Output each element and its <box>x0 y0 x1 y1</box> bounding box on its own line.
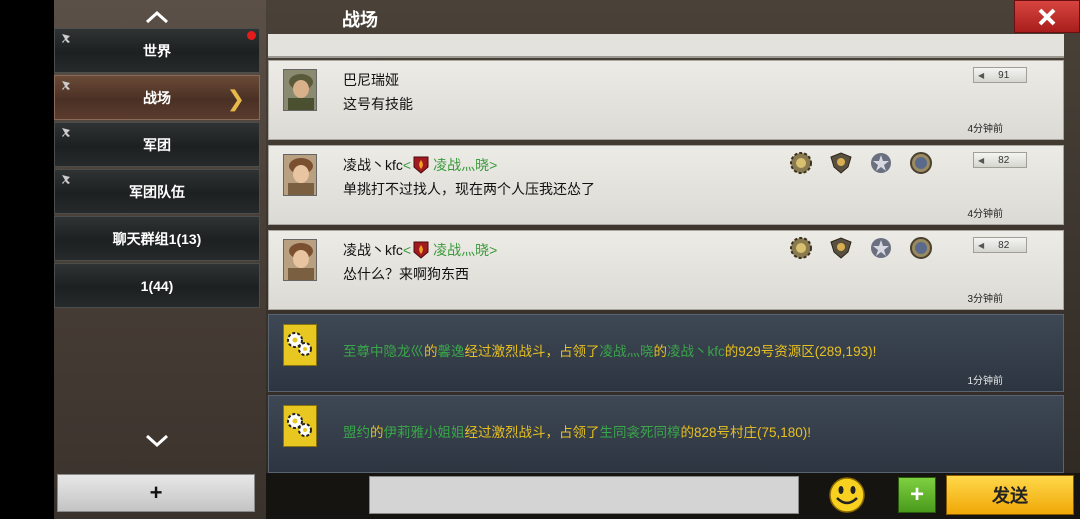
scroll-down-button[interactable] <box>54 428 260 454</box>
send-button[interactable]: 发送 <box>946 475 1074 515</box>
chat-message: 巴尼瑞娅 这号有技能 ◀ 91 4分钟前 <box>268 60 1064 140</box>
channel-label: 世界 <box>143 42 171 59</box>
medal-wings-icon <box>830 237 852 259</box>
system-message: 盟约的伊莉雅小姐姐经过激烈战斗，占领了生同衾死同椁的828号村庄(75,180)… <box>268 395 1064 473</box>
channel-legion-team[interactable]: 军团队伍 <box>54 169 260 214</box>
message-text: 这号有技能 <box>343 96 413 112</box>
like-button[interactable]: ◀ 91 <box>973 67 1027 83</box>
medal-gear-icon <box>790 237 812 259</box>
medal-star-icon <box>871 153 891 173</box>
channel-battlefield[interactable]: 战场 ❯ <box>54 75 260 120</box>
guild-badge-icon <box>413 156 429 174</box>
medal-row <box>789 151 933 175</box>
channel-sidebar: 世界 战场 ❯ 军团 军团队伍 聊天群组1(13) 1(44) + <box>54 0 268 519</box>
attach-button[interactable]: + <box>898 477 936 513</box>
system-gears-icon <box>283 324 317 366</box>
close-button[interactable] <box>1014 0 1080 33</box>
like-button[interactable]: ◀ 82 <box>973 152 1027 168</box>
add-group-button[interactable]: + <box>57 474 255 512</box>
unread-dot <box>247 31 256 40</box>
left-border <box>0 0 54 519</box>
chat-message: 凌战丶kfc < 凌战灬晓 > 单挑打不过找人，现在两个人压我还怂了 ◀ 82 <box>268 145 1064 225</box>
sender-name[interactable]: 凌战丶kfc < 凌战灬晓 > <box>343 240 497 260</box>
chat-input[interactable] <box>369 476 799 514</box>
message-time: 4分钟前 <box>967 124 1003 135</box>
channel-label: 战场 <box>143 89 171 106</box>
chevron-up-icon <box>145 10 169 24</box>
system-message-text: 至尊中隐龙巛的馨逸经过激烈战斗，占领了凌战灬晓的凌战丶kfc的929号资源区(2… <box>343 344 877 359</box>
chat-input-bar: + 发送 <box>266 473 1080 519</box>
channel-custom[interactable]: 1(44) <box>54 263 260 308</box>
medal-ring-icon <box>910 152 932 174</box>
pin-icon <box>62 128 70 137</box>
like-count: 91 <box>998 69 1010 81</box>
pin-icon <box>62 175 70 184</box>
channel-label: 军团 <box>143 136 171 153</box>
pin-icon <box>62 81 70 90</box>
like-count: 82 <box>998 239 1010 251</box>
avatar[interactable] <box>283 154 317 196</box>
chat-window: 世界 战场 ❯ 军团 军团队伍 聊天群组1(13) 1(44) + 战场 巴尼瑞… <box>0 0 1080 519</box>
previous-message-edge <box>268 34 1064 58</box>
channel-label: 1(44) <box>140 277 174 294</box>
medal-gear-icon <box>790 152 812 174</box>
chevron-down-icon <box>145 434 169 448</box>
like-button[interactable]: ◀ 82 <box>973 237 1027 253</box>
sender-name[interactable]: 凌战丶kfc < 凌战灬晓 > <box>343 155 497 175</box>
avatar[interactable] <box>283 69 317 111</box>
page-title: 战场 <box>342 10 378 30</box>
like-icon: ◀ <box>978 155 985 165</box>
guild-badge-icon <box>413 241 429 259</box>
medal-wings-icon <box>830 152 852 174</box>
emoji-button[interactable] <box>828 476 866 514</box>
like-count: 82 <box>998 154 1010 166</box>
active-indicator-icon: ❯ <box>226 86 245 111</box>
like-icon: ◀ <box>978 240 985 250</box>
medal-row <box>789 236 933 260</box>
message-time: 1分钟前 <box>967 376 1003 387</box>
message-text: 单挑打不过找人，现在两个人压我还怂了 <box>343 181 595 197</box>
like-icon: ◀ <box>978 70 985 80</box>
message-time: 4分钟前 <box>967 209 1003 220</box>
system-gears-icon <box>283 405 317 447</box>
channel-legion[interactable]: 军团 <box>54 122 260 167</box>
channel-chat-group[interactable]: 聊天群组1(13) <box>54 216 260 261</box>
avatar[interactable] <box>283 239 317 281</box>
chat-message: 凌战丶kfc < 凌战灬晓 > 怂什么？来啊狗东西 ◀ 82 3分钟前 <box>268 230 1064 310</box>
medal-ring-icon <box>910 237 932 259</box>
message-time: 3分钟前 <box>967 294 1003 305</box>
pin-icon <box>62 34 70 43</box>
medal-star-icon <box>871 238 891 258</box>
scroll-up-button[interactable] <box>54 4 260 30</box>
message-text: 怂什么？来啊狗东西 <box>343 266 469 282</box>
system-message-text: 盟约的伊莉雅小姐姐经过激烈战斗，占领了生同衾死同椁的828号村庄(75,180)… <box>343 425 812 440</box>
channel-world[interactable]: 世界 <box>54 28 260 73</box>
system-message: 至尊中隐龙巛的馨逸经过激烈战斗，占领了凌战灬晓的凌战丶kfc的929号资源区(2… <box>268 314 1064 392</box>
chat-main: 战场 巴尼瑞娅 这号有技能 ◀ 91 4分钟前 凌战丶kfc < 凌战灬晓 > … <box>266 0 1080 519</box>
smiley-icon <box>829 477 865 513</box>
channel-label: 军团队伍 <box>129 183 185 200</box>
close-icon <box>1038 8 1056 25</box>
channel-label: 聊天群组1(13) <box>112 230 202 247</box>
sender-name[interactable]: 巴尼瑞娅 <box>343 70 399 90</box>
